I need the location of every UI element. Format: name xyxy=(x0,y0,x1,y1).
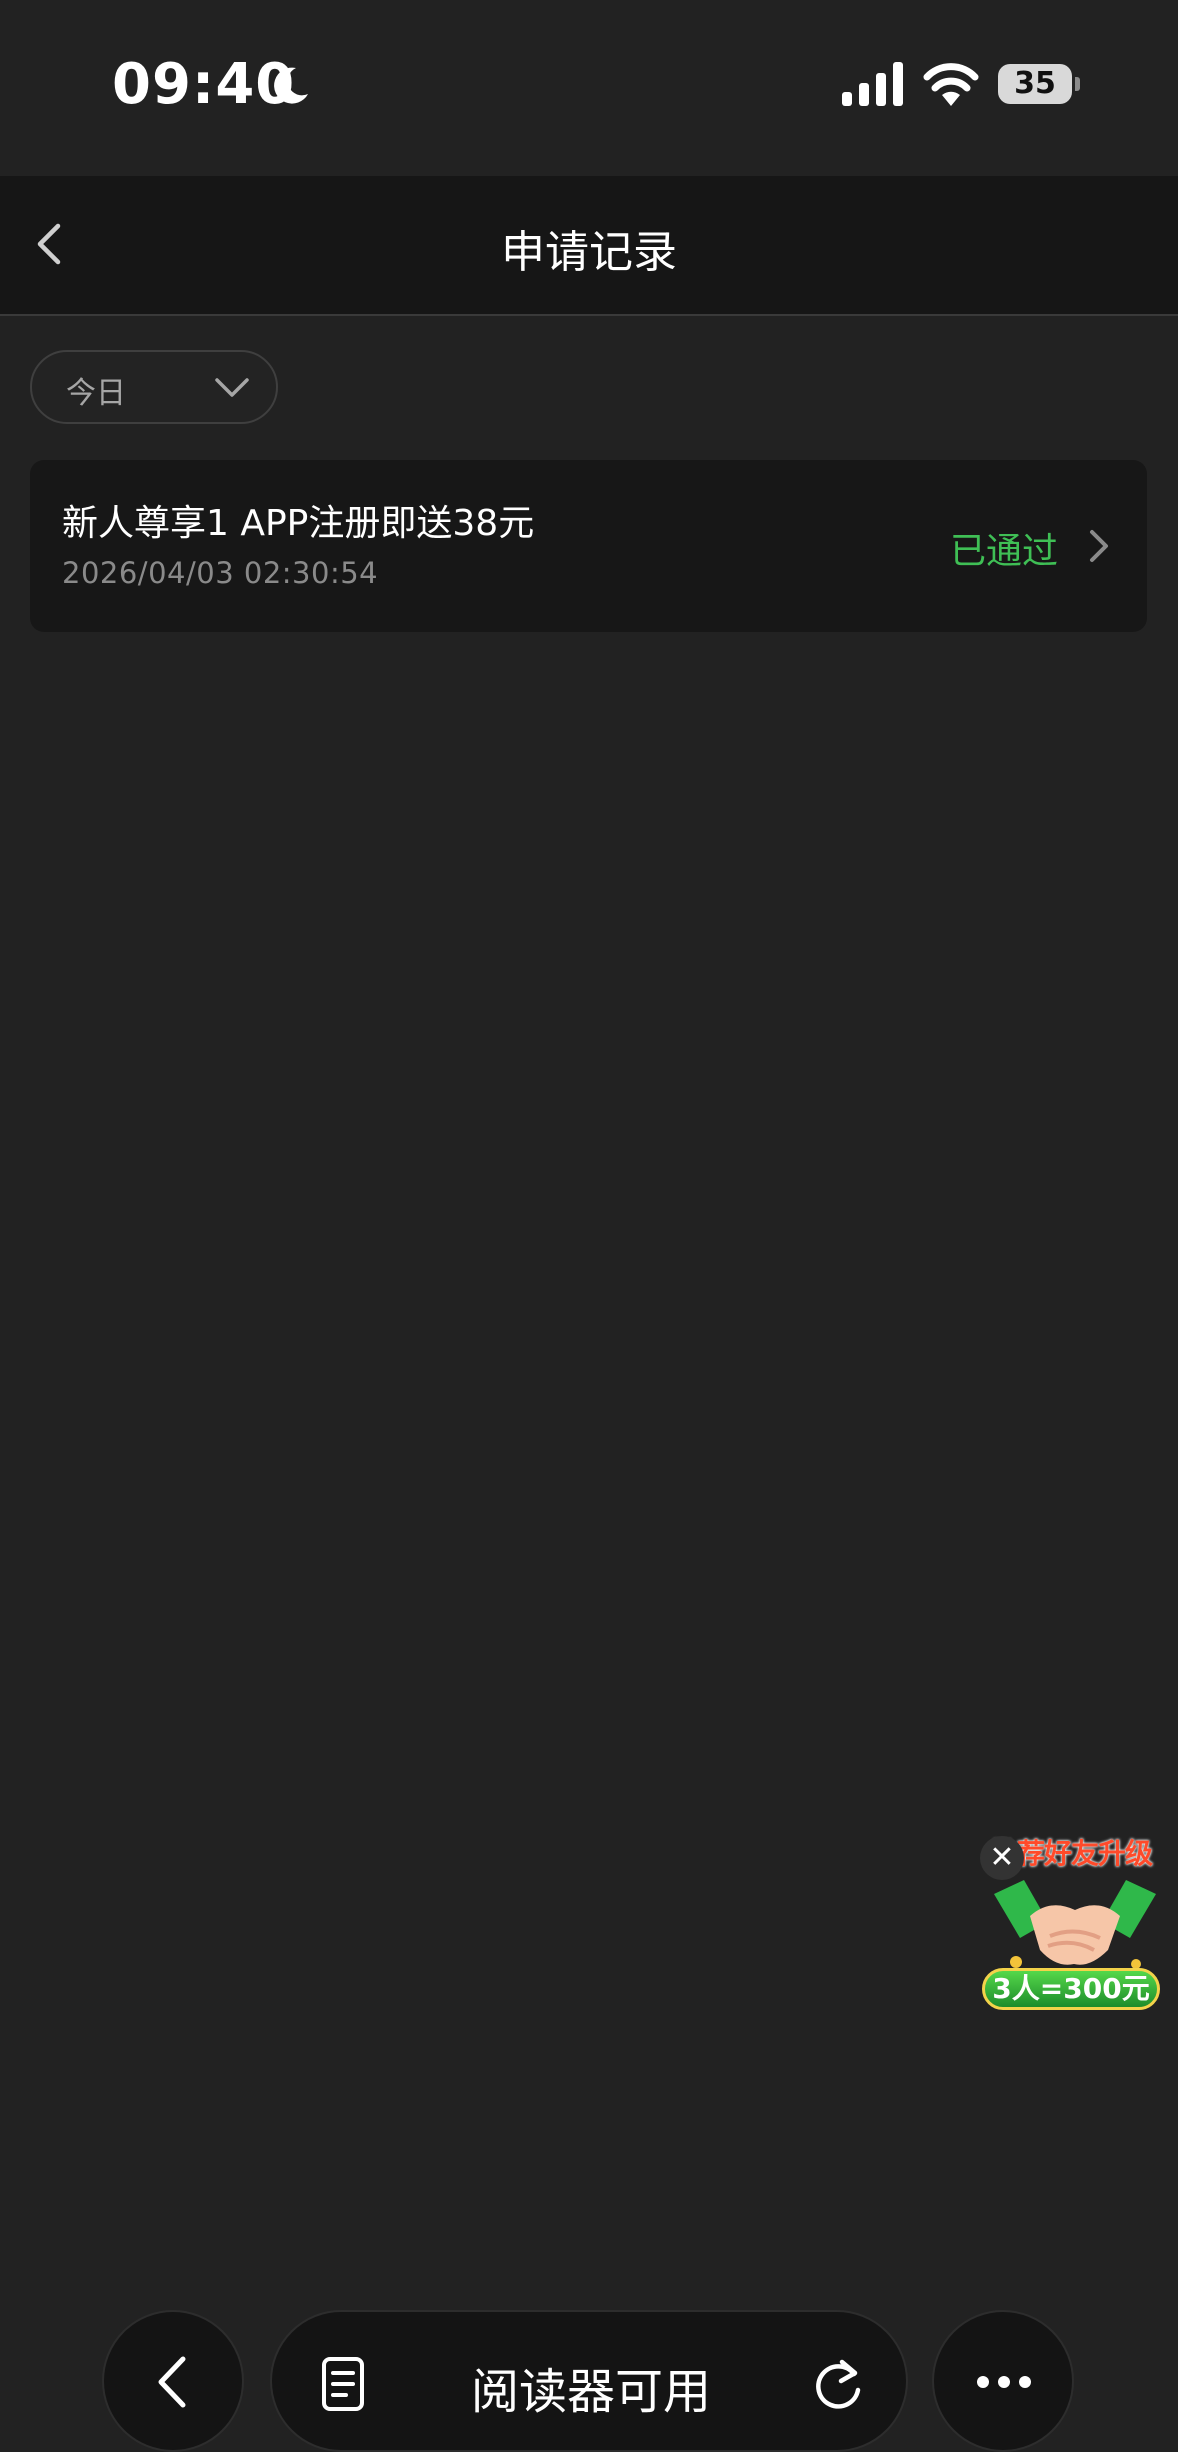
record-title: 新人尊享1 APP注册即送38元 xyxy=(62,503,535,544)
address-bar[interactable]: 阅读器可用 xyxy=(270,2310,908,2452)
moon-icon xyxy=(274,67,308,104)
promo-close-button[interactable]: ✕ xyxy=(980,1836,1024,1880)
more-icon xyxy=(977,2376,1031,2388)
wifi-icon xyxy=(923,63,979,106)
record-status: 已通过 xyxy=(950,531,1059,572)
page-title: 申请记录 xyxy=(501,227,677,278)
more-button[interactable] xyxy=(932,2310,1074,2452)
date-filter-dropdown[interactable]: 今日 xyxy=(30,350,278,424)
signal-icon xyxy=(842,62,903,106)
status-bar: 09:40 35 xyxy=(0,0,1178,176)
promo-reward-badge: 3人=300元 xyxy=(982,1968,1160,2010)
invite-friends-promo[interactable]: 推荐好友升级 ✕ 3人=300元 xyxy=(976,1826,1166,2016)
handshake-icon xyxy=(994,1880,1156,1969)
battery-tip xyxy=(1075,77,1080,91)
chevron-down-icon xyxy=(215,378,249,397)
date-filter-label: 今日 xyxy=(66,376,126,411)
battery-icon: 35 xyxy=(998,64,1080,104)
nav-bar: 申请记录 xyxy=(0,176,1178,316)
chevron-right-icon xyxy=(1090,530,1108,562)
reload-icon[interactable] xyxy=(812,2356,866,2412)
battery-level: 35 xyxy=(998,64,1072,104)
record-time: 2026/04/03 02:30:54 xyxy=(62,556,379,590)
browser-back-button[interactable] xyxy=(102,2310,244,2452)
record-item[interactable]: 新人尊享1 APP注册即送38元 2026/04/03 02:30:54 已通过 xyxy=(30,460,1147,632)
back-chevron-icon xyxy=(158,2356,186,2408)
